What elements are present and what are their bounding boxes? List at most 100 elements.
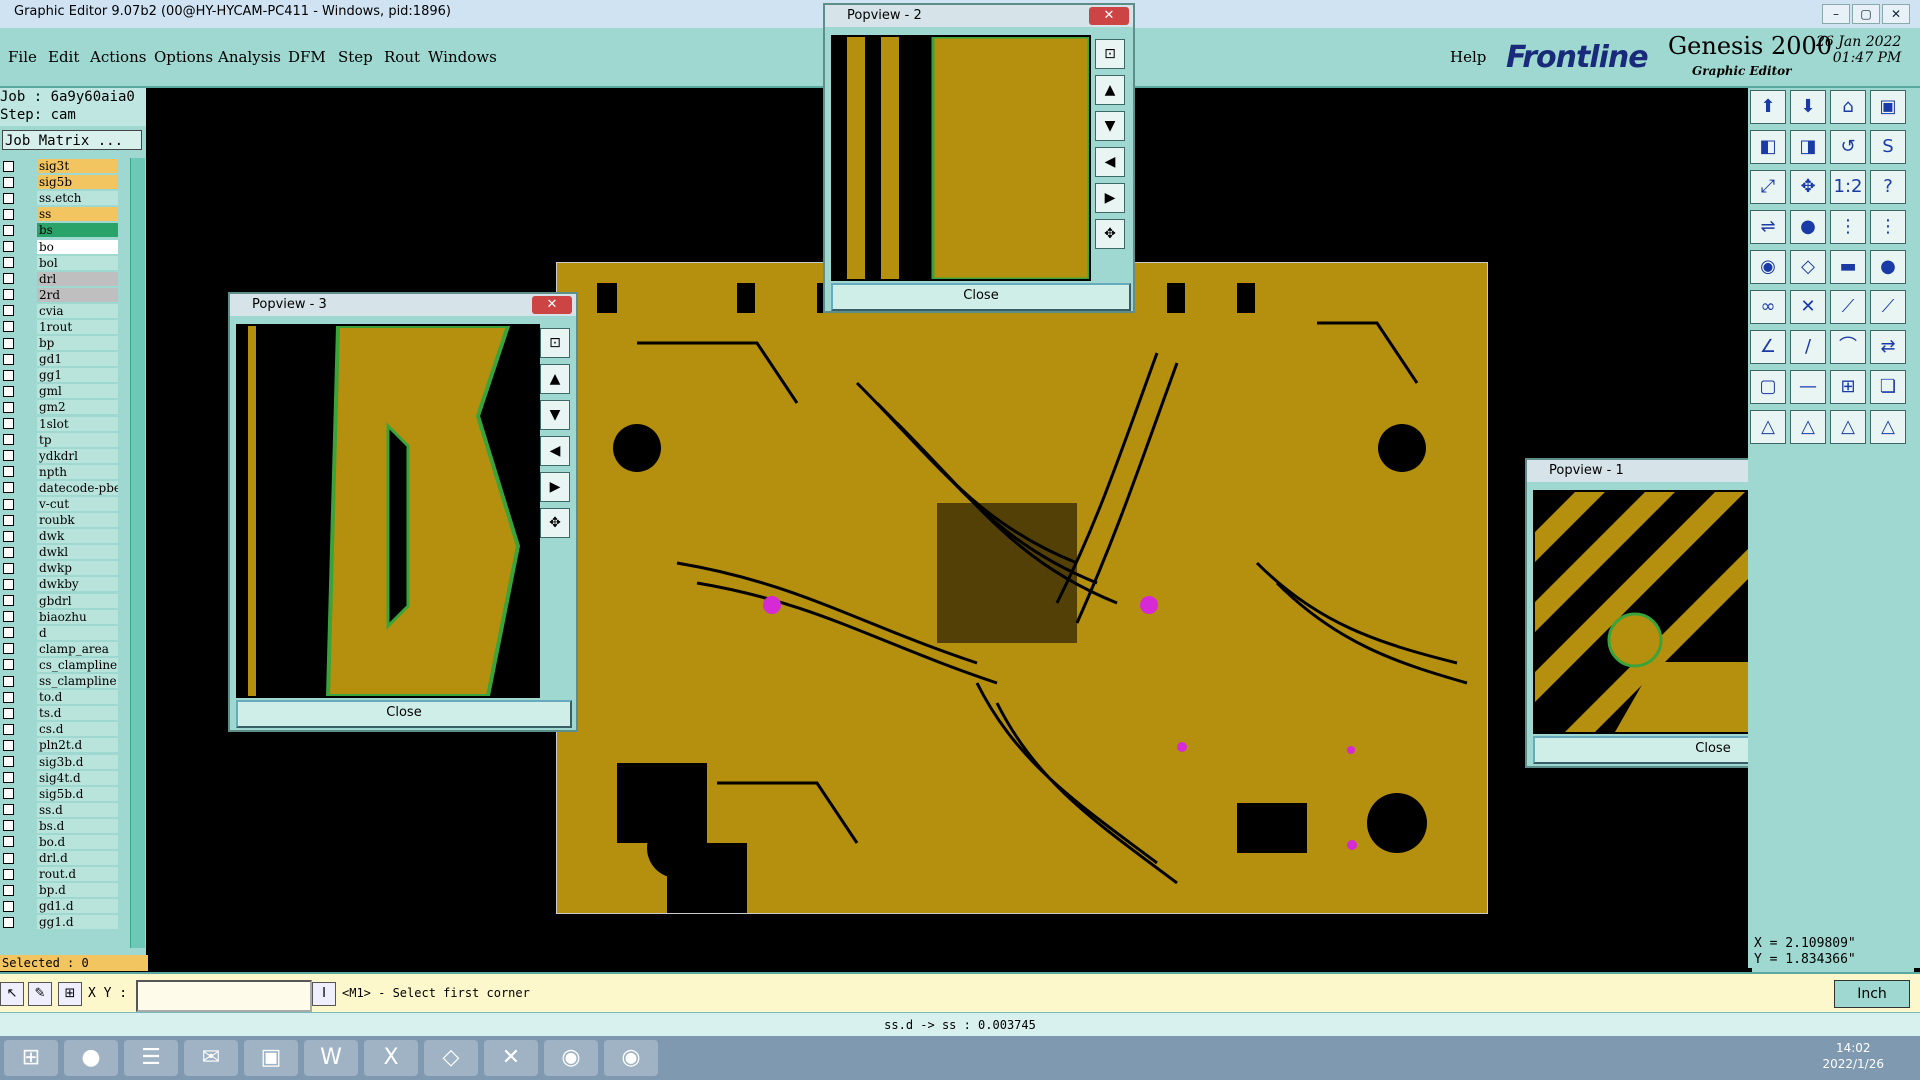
layer-label[interactable]: cvia (37, 303, 118, 318)
layer-label[interactable]: sig3b.d (37, 754, 118, 769)
layer-checkbox[interactable] (3, 916, 14, 928)
layer-label[interactable]: bp (37, 336, 118, 351)
layer-row[interactable]: dwk (0, 528, 118, 544)
layer-row[interactable]: clamp_area (0, 641, 118, 657)
edit-tool-icon[interactable]: ✎ (28, 982, 52, 1006)
layer-label[interactable]: 1slot (37, 416, 118, 431)
layer-row[interactable]: dwkby (0, 576, 118, 592)
layer-checkbox[interactable] (3, 546, 14, 558)
layer-row[interactable]: roubk (0, 512, 118, 528)
layer-row[interactable]: bo.d (0, 834, 118, 850)
pv-zoom-icon[interactable]: ⊡ (1095, 39, 1125, 69)
layer-checkbox[interactable] (3, 756, 14, 768)
grid-tool-icon[interactable]: ⊞ (58, 982, 82, 1006)
close-button[interactable]: ✕ (1882, 4, 1910, 24)
app-icon-3[interactable]: ◇ (424, 1040, 478, 1076)
layer-checkbox[interactable] (3, 675, 14, 687)
genesis-icon-1[interactable]: ◉ (544, 1040, 598, 1076)
layer-label[interactable]: pln2t.d (37, 738, 118, 753)
layer-label[interactable]: gg1.d (37, 915, 118, 930)
layer-row[interactable]: cs.d (0, 721, 118, 737)
layer-checkbox[interactable] (3, 353, 14, 365)
layer-row[interactable]: ts.d (0, 705, 118, 721)
layer-label[interactable]: 2rd (37, 287, 118, 302)
layer-checkbox[interactable] (3, 562, 14, 574)
layers-icon[interactable]: ❏ (1870, 370, 1906, 404)
slash-icon[interactable]: / (1790, 330, 1826, 364)
popview-2-close-icon[interactable]: ✕ (1089, 7, 1129, 25)
layer-row[interactable]: sig4t.d (0, 770, 118, 786)
xy-input[interactable] (136, 980, 312, 1012)
layer-checkbox[interactable] (3, 450, 14, 462)
popview-3-close-icon[interactable]: ✕ (532, 296, 572, 314)
layer-row[interactable]: bol (0, 255, 118, 271)
layer-label[interactable]: ss.d (37, 802, 118, 817)
layer-row[interactable]: bp (0, 335, 118, 351)
layer-row[interactable]: cvia (0, 303, 118, 319)
layer-checkbox[interactable] (3, 466, 14, 478)
layer-checkbox[interactable] (3, 434, 14, 446)
layer-checkbox[interactable] (3, 595, 14, 607)
layer-row[interactable]: dwkl (0, 544, 118, 560)
net2-icon[interactable]: ⋮ (1870, 210, 1906, 244)
layer-row[interactable]: ss (0, 206, 118, 222)
pv-up-icon[interactable]: ▲ (1095, 75, 1125, 105)
zoom-fit-icon[interactable]: ⤢ (1750, 170, 1786, 204)
layer-checkbox[interactable] (3, 868, 14, 880)
home-icon[interactable]: ⌂ (1830, 90, 1866, 124)
window-icon[interactable]: ▣ (1870, 90, 1906, 124)
layer-label[interactable]: biaozhu (37, 609, 118, 624)
triangle3-icon[interactable]: △ (1830, 410, 1866, 444)
layer-row[interactable]: gg1.d (0, 914, 118, 930)
net-icon[interactable]: ⋮ (1830, 210, 1866, 244)
layer-label[interactable]: sig5b.d (37, 786, 118, 801)
layer-label[interactable]: cs_clampline (37, 657, 118, 672)
layer-label[interactable]: v-cut (37, 497, 118, 512)
word-icon[interactable]: W (304, 1040, 358, 1076)
layer-checkbox[interactable] (3, 418, 14, 430)
layer-checkbox[interactable] (3, 482, 14, 494)
layer-checkbox[interactable] (3, 273, 14, 285)
layer-label[interactable]: ss (37, 207, 118, 222)
layer-row[interactable]: gm2 (0, 399, 118, 415)
layer-checkbox[interactable] (3, 321, 14, 333)
hline-icon[interactable]: — (1790, 370, 1826, 404)
layer-row[interactable]: bs.d (0, 818, 118, 834)
pv-down-icon[interactable]: ▼ (1095, 111, 1125, 141)
layer-row[interactable]: bs (0, 222, 118, 238)
layer-row[interactable]: gd1 (0, 351, 118, 367)
layer-checkbox[interactable] (3, 337, 14, 349)
layer-checkbox[interactable] (3, 289, 14, 301)
layer-row[interactable]: ss.d (0, 802, 118, 818)
layer-row[interactable]: rout.d (0, 866, 118, 882)
layer-checkbox[interactable] (3, 739, 14, 751)
layer-label[interactable]: dwkp (37, 561, 118, 576)
layer-row[interactable]: sig5b.d (0, 786, 118, 802)
box-icon[interactable]: ▢ (1750, 370, 1786, 404)
layer-checkbox[interactable] (3, 836, 14, 848)
layer-checkbox[interactable] (3, 401, 14, 413)
pan-right-icon[interactable]: ◨ (1790, 130, 1826, 164)
layer-label[interactable]: d (37, 625, 118, 640)
notepad-icon[interactable]: ☰ (124, 1040, 178, 1076)
layer-label[interactable]: to.d (37, 690, 118, 705)
layer-checkbox[interactable] (3, 498, 14, 510)
layer-label[interactable]: ss_clampline (37, 674, 118, 689)
layer-checkbox[interactable] (3, 611, 14, 623)
layer-checkbox[interactable] (3, 530, 14, 542)
select-tool-icon[interactable]: ↖ (0, 982, 24, 1006)
layer-checkbox[interactable] (3, 160, 14, 172)
layer-checkbox[interactable] (3, 385, 14, 397)
popview-3-close-button[interactable]: Close (236, 700, 572, 728)
maximize-button[interactable]: ▢ (1852, 4, 1880, 24)
start-icon[interactable]: ⊞ (4, 1040, 58, 1076)
genesis-icon-2[interactable]: ◉ (604, 1040, 658, 1076)
layer-row[interactable]: v-cut (0, 496, 118, 512)
pv-left-icon[interactable]: ◀ (540, 436, 570, 466)
layer-label[interactable]: ss.etch (37, 191, 118, 206)
layer-row[interactable]: gml (0, 383, 118, 399)
job-matrix-button[interactable]: Job Matrix ... (2, 130, 142, 150)
scale-icon[interactable]: 1:2 (1830, 170, 1866, 204)
layer-row[interactable]: drl.d (0, 850, 118, 866)
app-icon-1[interactable]: ● (64, 1040, 118, 1076)
